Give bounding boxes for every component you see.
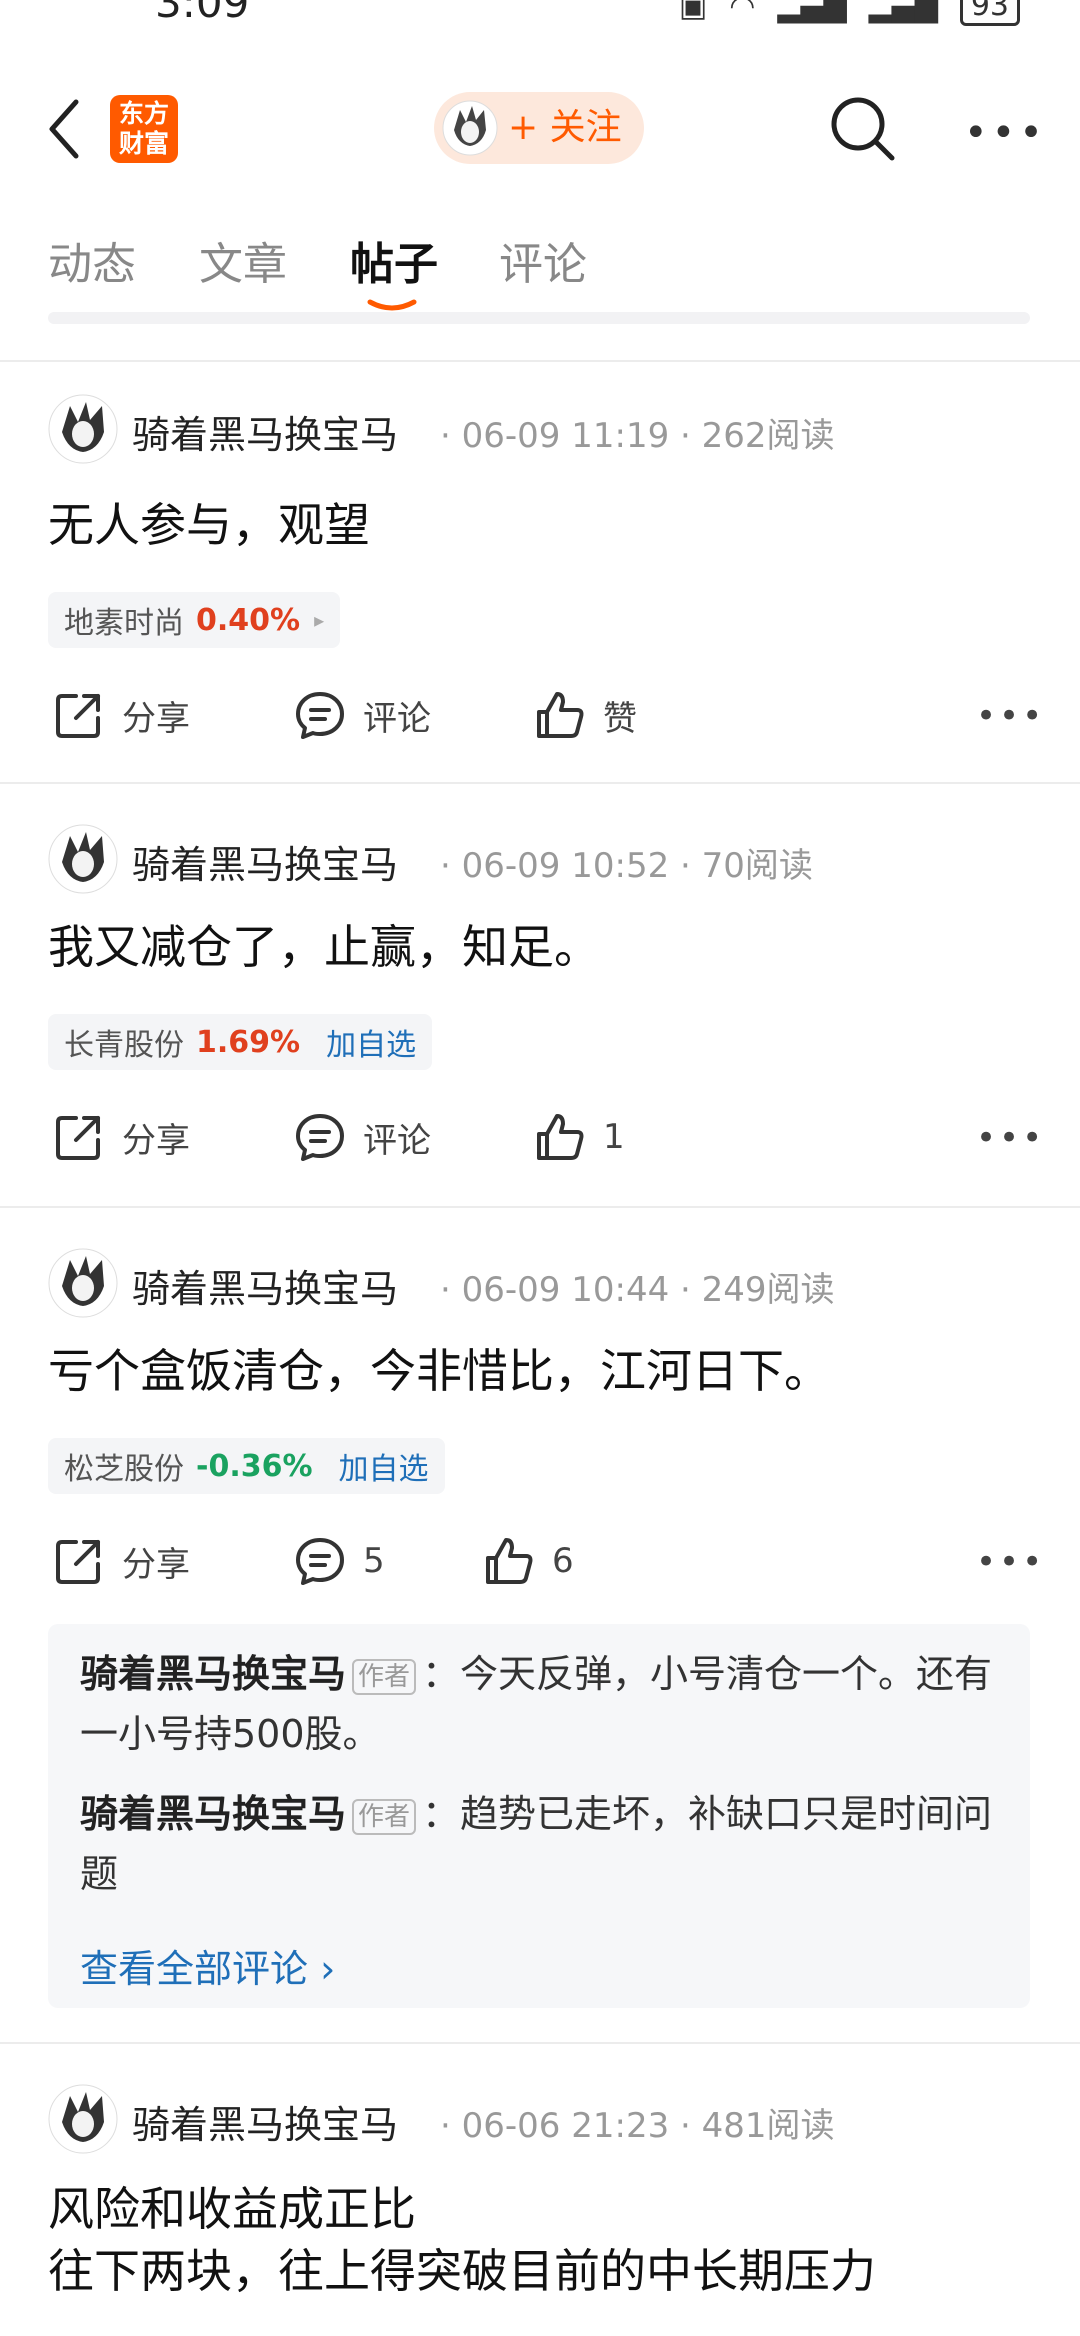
thumbs-up-icon <box>486 1538 533 1584</box>
like-button[interactable]: 赞 <box>533 688 637 742</box>
top-nav: 东方 财富 + 关注 ••• <box>0 80 1080 180</box>
more-options-icon[interactable]: ••• <box>976 696 1045 736</box>
post-author[interactable]: 骑着黑马换宝马 <box>132 404 398 459</box>
status-time: 3:09 <box>155 0 250 27</box>
divider <box>0 1206 1080 1208</box>
comment-button[interactable]: 评论 <box>293 1110 431 1164</box>
avatar <box>442 100 498 156</box>
chevron-right-icon: ▸ <box>314 608 325 632</box>
battery-indicator: 93 <box>959 0 1020 26</box>
stock-change: 0.40% <box>196 602 301 638</box>
share-icon <box>56 1540 100 1584</box>
share-label: 分享 <box>122 1544 190 1585</box>
comment-author[interactable]: 骑着黑马换宝马 <box>80 1652 346 1696</box>
share-icon <box>56 694 100 738</box>
add-watchlist-button[interactable]: 加自选 <box>326 1020 416 1064</box>
more-options-icon[interactable]: ••• <box>976 1542 1045 1582</box>
more-options-icon[interactable]: ••• <box>976 1118 1045 1158</box>
add-watchlist-button[interactable]: 加自选 <box>339 1444 429 1488</box>
comment-icon <box>296 1538 344 1585</box>
stock-tag[interactable]: 松芝股份 -0.36% 加自选 <box>48 1438 445 1494</box>
post-content-line[interactable]: 往下两块，往上得突破目前的中长期压力 <box>48 2240 876 2302</box>
stock-tag[interactable]: 地素时尚 0.40% ▸ <box>48 592 341 648</box>
thumbs-up-icon <box>537 1114 584 1160</box>
comment-button[interactable]: 评论 <box>293 688 431 742</box>
post-meta: · 06-09 10:52 · 70阅读 <box>440 846 813 886</box>
signal-icon: ▂▄▆ <box>777 0 847 24</box>
like-count: 1 <box>603 1117 625 1157</box>
post-actions: 分享 5 6 ••• <box>0 1534 1080 1604</box>
avatar[interactable] <box>48 824 118 894</box>
follow-label: + 关注 <box>508 107 622 148</box>
post-content[interactable]: 亏个盒饭清仓，今非惜比，江河日下。 <box>48 1340 830 1402</box>
comment-button[interactable]: 5 <box>293 1534 385 1588</box>
post-content-line[interactable]: 风险和收益成正比 <box>48 2178 416 2240</box>
tab-dynamics[interactable]: 动态 <box>48 228 136 292</box>
active-tab-indicator <box>367 299 417 311</box>
post-meta: · 06-09 11:19 · 262阅读 <box>440 416 835 456</box>
comment-icon <box>296 692 344 739</box>
app-logo: 东方 财富 <box>110 95 178 163</box>
stock-name: 长青股份 <box>64 1028 184 1063</box>
avatar[interactable] <box>48 394 118 464</box>
comment-label: 评论 <box>363 1120 431 1161</box>
wifi-icon: ◠ <box>729 0 756 24</box>
more-options-icon[interactable]: ••• <box>964 110 1047 156</box>
comment-count: 5 <box>363 1541 385 1581</box>
divider <box>0 782 1080 784</box>
back-arrow-icon[interactable] <box>44 94 84 164</box>
avatar[interactable] <box>48 2084 118 2154</box>
stock-tag[interactable]: 长青股份 1.69% 加自选 <box>48 1014 433 1070</box>
follow-button[interactable]: + 关注 <box>434 92 644 164</box>
tab-articles[interactable]: 文章 <box>199 228 287 292</box>
tab-posts[interactable]: 帖子 <box>350 228 438 292</box>
view-all-comments-link[interactable]: 查看全部评论 › <box>80 1938 335 1993</box>
comment-item[interactable]: 骑着黑马换宝马 作者 ：趋势已走坏，补缺口只是时间问题 <box>80 1784 1000 1904</box>
comment-item[interactable]: 骑着黑马换宝马 作者 ：今天反弹，小号清仓一个。还有一小号持500股。 <box>80 1644 1000 1764</box>
divider <box>0 360 1080 362</box>
share-label: 分享 <box>122 698 190 739</box>
status-icons: ▣ ◠ ▂▄▆ ▂▄▆ 93 <box>679 0 1020 26</box>
divider <box>0 2042 1080 2044</box>
post-content[interactable]: 我又减仓了，止赢，知足。 <box>48 916 600 978</box>
stock-name: 松芝股份 <box>64 1452 184 1487</box>
post-author[interactable]: 骑着黑马换宝马 <box>132 2094 398 2149</box>
share-button[interactable]: 分享 <box>52 1534 190 1588</box>
tab-bar: 动态 文章 帖子 评论 <box>0 220 1080 320</box>
share-button[interactable]: 分享 <box>52 688 190 742</box>
avatar[interactable] <box>48 1248 118 1318</box>
comment-label: 评论 <box>363 698 431 739</box>
post-actions: 分享 评论 赞 ••• <box>0 688 1080 758</box>
post-actions: 分享 评论 1 ••• <box>0 1110 1080 1180</box>
nfc-icon: ▣ <box>678 0 708 24</box>
tabs-shadow <box>48 312 1030 324</box>
author-badge: 作者 <box>352 1658 417 1695</box>
like-label: 赞 <box>603 698 637 739</box>
post-content[interactable]: 无人参与，观望 <box>48 494 370 556</box>
share-label: 分享 <box>122 1120 190 1161</box>
post-meta: · 06-06 21:23 · 481阅读 <box>440 2106 835 2146</box>
search-icon[interactable] <box>828 94 898 164</box>
share-button[interactable]: 分享 <box>52 1110 190 1164</box>
comment-author[interactable]: 骑着黑马换宝马 <box>80 1792 346 1836</box>
like-button[interactable]: 1 <box>533 1110 625 1164</box>
signal-icon: ▂▄▆ <box>868 0 938 24</box>
tab-comments[interactable]: 评论 <box>499 228 587 292</box>
thumbs-up-icon <box>537 692 584 738</box>
like-count: 6 <box>552 1541 574 1581</box>
stock-name: 地素时尚 <box>64 606 184 641</box>
share-icon <box>56 1116 100 1160</box>
comment-preview[interactable]: 骑着黑马换宝马 作者 ：今天反弹，小号清仓一个。还有一小号持500股。 骑着黑马换宝… <box>48 1624 1030 2008</box>
author-badge: 作者 <box>352 1798 417 1835</box>
status-bar: 3:09 ▣ ◠ ▂▄▆ ▂▄▆ 93 <box>0 0 1080 40</box>
comment-icon <box>296 1114 344 1161</box>
stock-change: -0.36% <box>196 1448 313 1484</box>
like-button[interactable]: 6 <box>482 1534 574 1588</box>
post-author[interactable]: 骑着黑马换宝马 <box>132 1258 398 1313</box>
post-author[interactable]: 骑着黑马换宝马 <box>132 834 398 889</box>
stock-change: 1.69% <box>196 1024 301 1060</box>
post-meta: · 06-09 10:44 · 249阅读 <box>440 1270 835 1310</box>
